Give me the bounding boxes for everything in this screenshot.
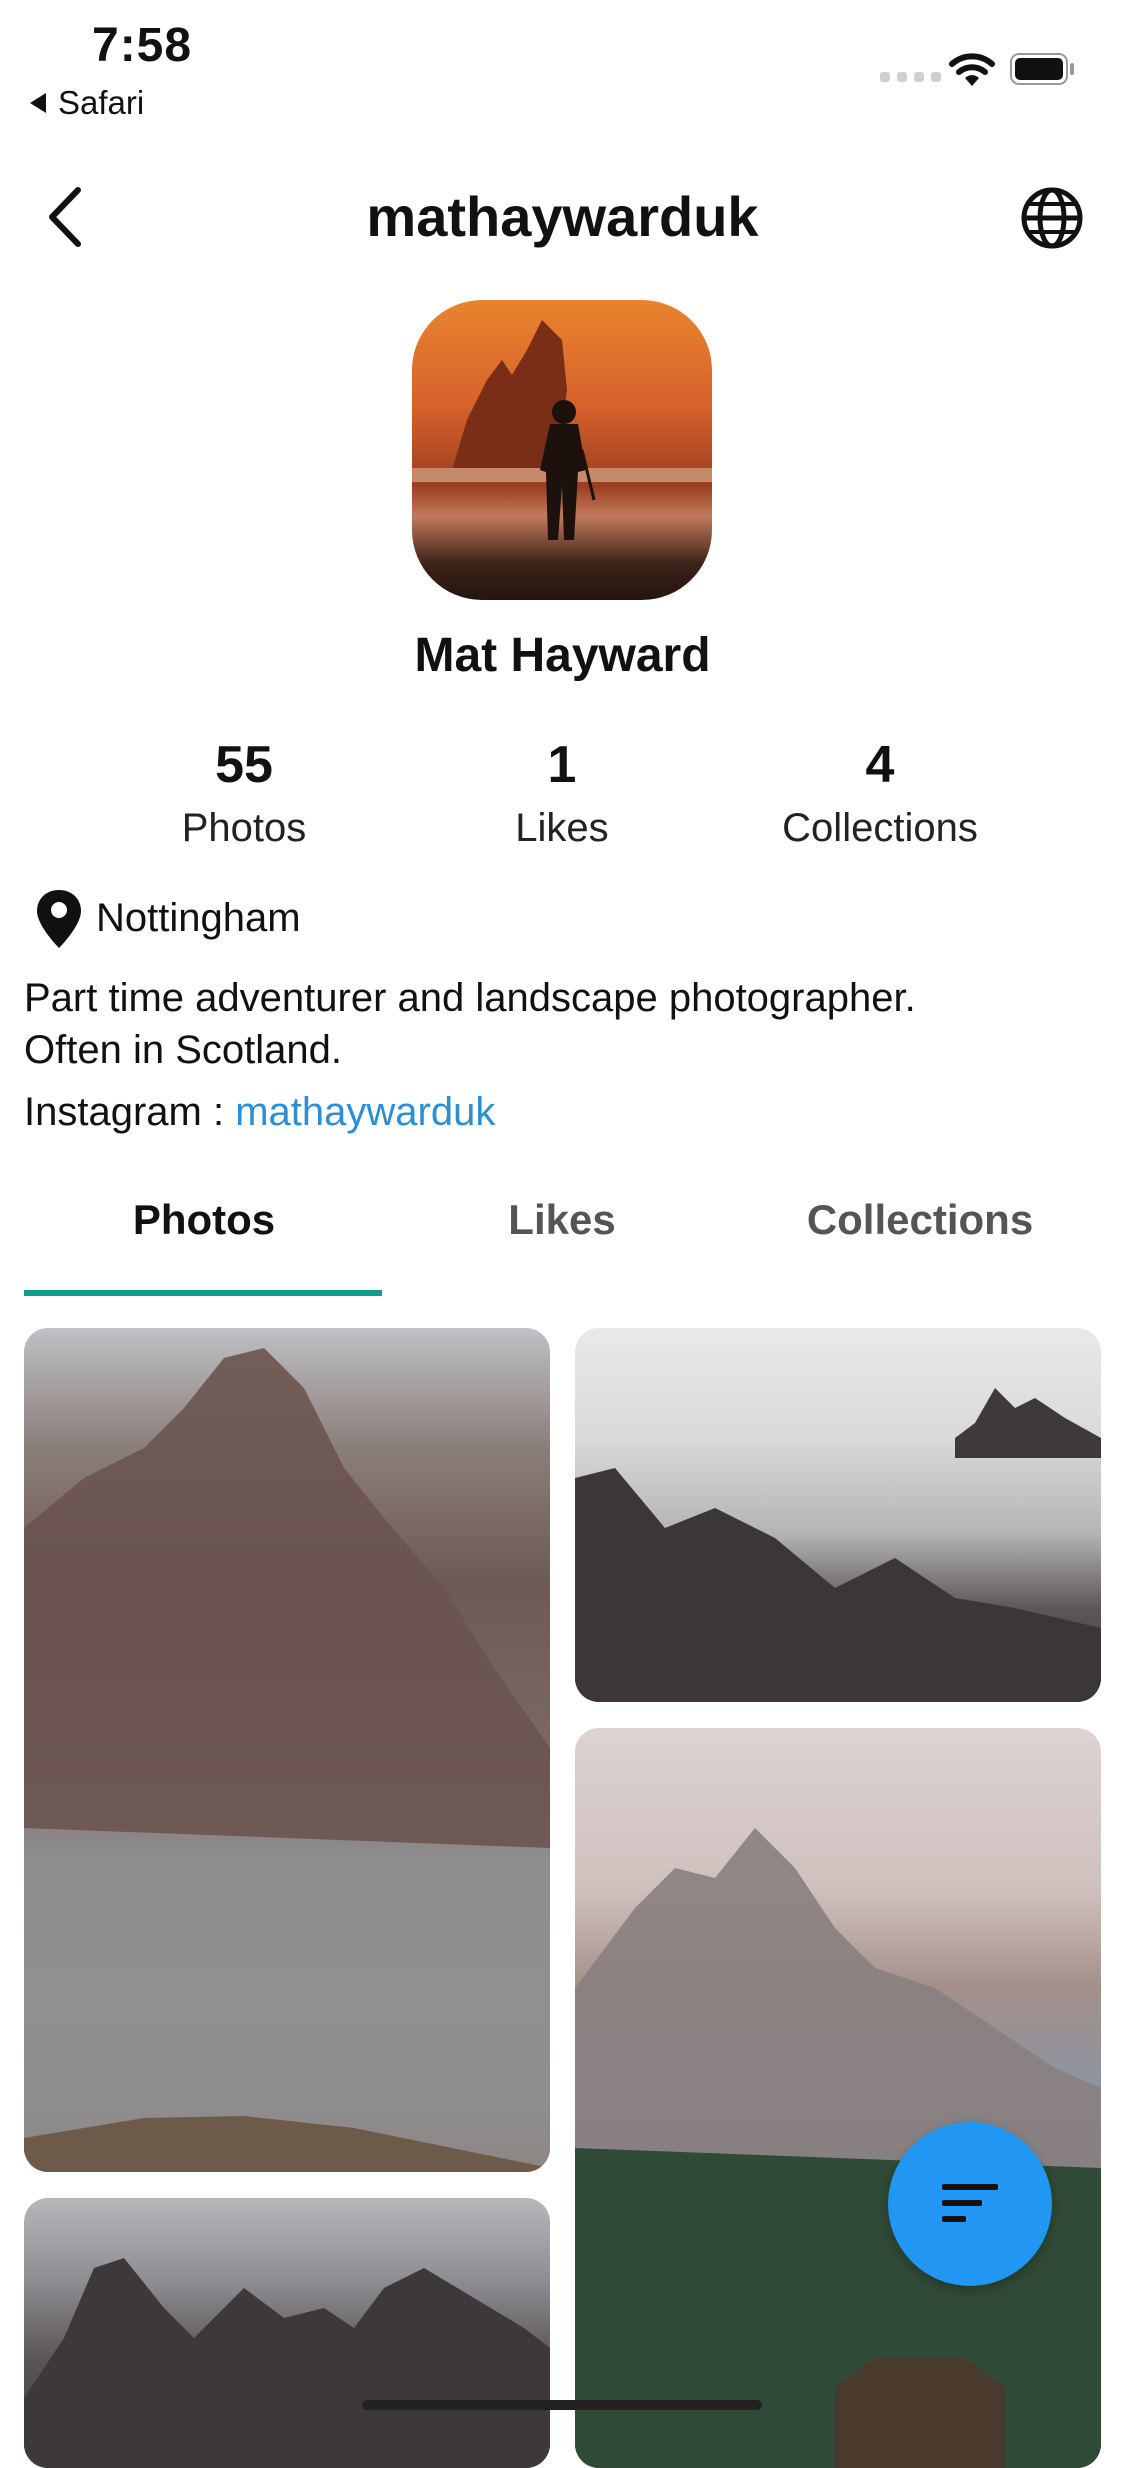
status-time: 7:58 bbox=[92, 19, 193, 72]
stat-collections-label: Collections bbox=[782, 806, 978, 850]
instagram-link[interactable]: mathaywarduk bbox=[235, 1090, 495, 1134]
cellular-signal-icon bbox=[880, 72, 941, 82]
bio-line-2: Often in Scotland. bbox=[24, 1028, 342, 1072]
stat-likes-label: Likes bbox=[515, 806, 609, 850]
sort-icon bbox=[942, 2184, 998, 2222]
photo-tile[interactable] bbox=[575, 1728, 1101, 2468]
stat-likes[interactable]: 1 Likes bbox=[412, 732, 712, 851]
stat-likes-value: 1 bbox=[547, 736, 577, 794]
wifi-icon bbox=[949, 53, 995, 86]
bio-line-1: Part time adventurer and landscape photo… bbox=[24, 976, 916, 1020]
photo-tile[interactable] bbox=[575, 1328, 1101, 1702]
tab-collections[interactable]: Collections bbox=[740, 1196, 1100, 1244]
back-triangle-icon bbox=[30, 93, 46, 113]
profile-location: Nottingham bbox=[96, 896, 301, 940]
instagram-row: Instagram : mathaywarduk bbox=[24, 1090, 495, 1135]
sort-filter-button[interactable] bbox=[888, 2122, 1052, 2286]
location-pin-icon bbox=[37, 890, 81, 948]
stat-photos[interactable]: 55 Photos bbox=[94, 732, 394, 851]
page-title: mathaywarduk bbox=[366, 185, 759, 248]
active-tab-indicator bbox=[24, 1290, 382, 1296]
profile-name: Mat Hayward bbox=[414, 629, 711, 682]
back-app-label: Safari bbox=[58, 84, 145, 121]
photo-tile[interactable] bbox=[24, 1328, 550, 2172]
stat-photos-value: 55 bbox=[215, 736, 273, 794]
profile-avatar bbox=[412, 300, 712, 600]
home-indicator[interactable] bbox=[362, 2400, 762, 2410]
stat-photos-label: Photos bbox=[181, 806, 307, 850]
instagram-label: Instagram : bbox=[24, 1090, 236, 1134]
profile-bio: Part time adventurer and landscape photo… bbox=[24, 972, 1104, 1076]
tab-likes[interactable]: Likes bbox=[382, 1196, 742, 1244]
stat-collections[interactable]: 4 Collections bbox=[730, 732, 1030, 851]
battery-icon bbox=[1010, 53, 1074, 85]
photo-tile[interactable] bbox=[24, 2198, 550, 2468]
globe-icon[interactable] bbox=[1020, 186, 1084, 250]
tab-photos[interactable]: Photos bbox=[24, 1196, 384, 1244]
stat-collections-value: 4 bbox=[865, 736, 895, 794]
back-to-app-link[interactable]: Safari bbox=[30, 84, 144, 122]
